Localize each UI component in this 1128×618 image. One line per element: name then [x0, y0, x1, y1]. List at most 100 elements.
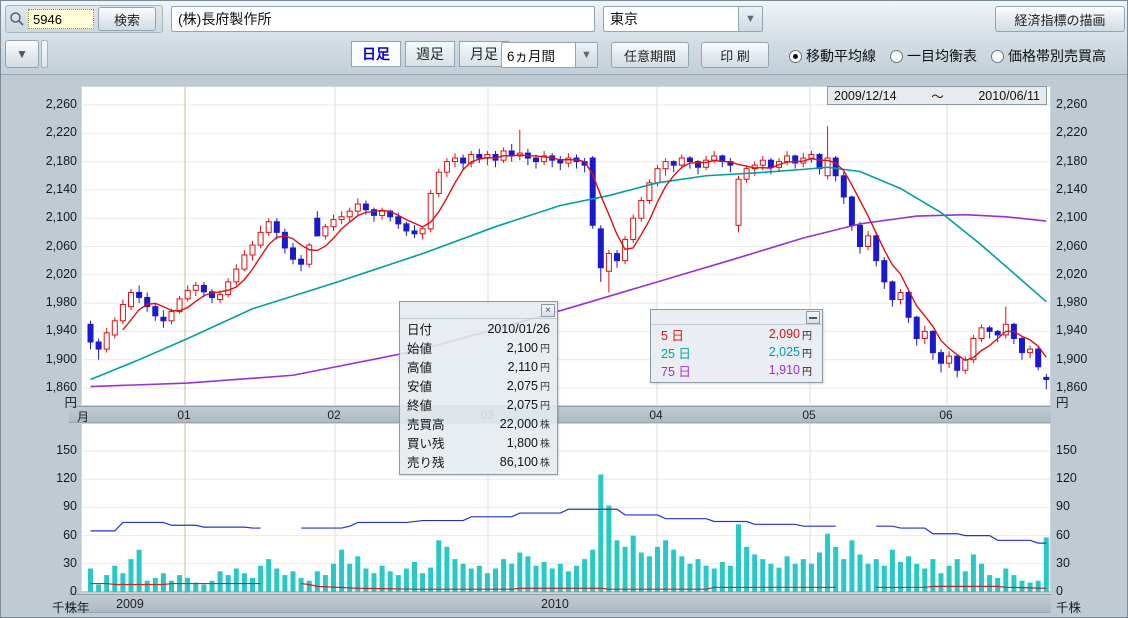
chevron-down-icon[interactable]: ▼	[738, 7, 762, 31]
toolbar: 検索 (株)長府製作所 東京 ▼ 経済指標の描画 ▼ 日足週足月足 6ヵ月間 ▼…	[1, 1, 1128, 75]
month-label: 04	[644, 408, 668, 422]
radio-dot-icon	[890, 50, 903, 63]
radio-volume-by-price[interactable]: 価格帯別売買高	[991, 46, 1106, 66]
tooltip-row: 高値2,110円	[400, 357, 557, 376]
tooltip-row-label: 買い残	[407, 433, 445, 452]
price-axis-unit: 円	[7, 396, 77, 410]
price-axis-label: 1,860	[7, 380, 77, 394]
date-range-box: 2009/12/14 ～ 2010/06/11	[827, 86, 1047, 105]
tooltip-row-value: 2,075	[507, 379, 538, 393]
price-gridlines	[82, 87, 1050, 405]
tooltip-row: 終値2,075円	[400, 395, 557, 414]
volume-axis-label: 150	[7, 443, 77, 457]
tab-weekly[interactable]: 週足	[405, 41, 455, 67]
economic-indicator-button[interactable]: 経済指標の描画	[995, 6, 1125, 32]
panel-handle[interactable]	[41, 40, 48, 68]
legend-row-value: 2,090	[769, 327, 800, 341]
quote-tooltip: × 日付2010/01/26始値2,100円高値2,110円安値2,075円終値…	[399, 301, 558, 475]
timeframe-tabs: 日足週足月足	[351, 41, 509, 67]
month-label: 02	[322, 408, 346, 422]
stock-code-search-group: 検索	[5, 5, 163, 33]
price-axis-label: 2,100	[1056, 210, 1126, 224]
price-axis-label: 2,260	[7, 97, 77, 111]
year-label: 2010	[541, 597, 569, 611]
tooltip-row-value: 22,000	[500, 417, 538, 431]
volume-axis-label: 120	[1056, 471, 1126, 485]
date-range-start: 2009/12/14	[834, 89, 897, 103]
margin-sell-balance-line	[91, 522, 261, 530]
search-button[interactable]: 検索	[98, 7, 156, 31]
volume-axis-label: 0	[7, 584, 77, 598]
stock-code-input[interactable]	[28, 9, 94, 29]
tooltip-titlebar: ×	[400, 302, 557, 319]
tooltip-row-label: 売買高	[407, 414, 445, 433]
radio-label: 移動平均線	[806, 46, 876, 66]
month-label: 05	[797, 408, 821, 422]
year-axis-band: 年 2009 2010	[69, 594, 1051, 613]
tooltip-row: 売買高22,000株	[400, 414, 557, 433]
price-axis-label: 2,260	[1056, 97, 1126, 111]
expand-panel-button[interactable]: ▼	[5, 40, 39, 68]
print-button[interactable]: 印 刷	[701, 42, 769, 68]
year-row-label: 年	[77, 597, 90, 616]
custom-range-button[interactable]: 任意期間	[611, 42, 689, 68]
price-axis-label: 2,140	[1056, 182, 1126, 196]
period-combobox[interactable]: 6ヵ月間 ▼	[501, 42, 598, 68]
volume-gridlines	[82, 424, 1050, 593]
volume-axis-label: 60	[1056, 528, 1126, 542]
date-range-separator: ～	[931, 86, 944, 105]
legend-row: 75 日1,910円	[651, 361, 822, 379]
tooltip-row-unit: 円	[540, 397, 550, 412]
stock-chart-app: 検索 (株)長府製作所 東京 ▼ 経済指標の描画 ▼ 日足週足月足 6ヵ月間 ▼…	[0, 0, 1128, 618]
price-axis-label: 2,060	[7, 239, 77, 253]
tooltip-row-value: 2,075	[507, 398, 538, 412]
company-name-field[interactable]: (株)長府製作所	[171, 6, 595, 32]
close-icon[interactable]: ×	[541, 304, 555, 317]
tooltip-row-value: 2,100	[507, 341, 538, 355]
price-axis-label: 1,940	[7, 323, 77, 337]
market-value: 東京	[604, 9, 738, 29]
price-axis-label: 1,980	[1056, 295, 1126, 309]
volume-axis-label: 60	[7, 528, 77, 542]
tooltip-row-value: 1,800	[507, 436, 538, 450]
price-axis-label: 1,860	[1056, 380, 1126, 394]
price-chart-plot[interactable]	[81, 86, 1051, 406]
legend-titlebar	[651, 310, 822, 325]
legend-row: 5 日2,090円	[651, 325, 822, 343]
ma-legend: 5 日2,090円25 日 2,025円75 日1,910円	[650, 309, 823, 383]
price-axis-unit: 円	[1056, 396, 1126, 410]
tooltip-row-label: 安値	[407, 376, 432, 395]
radio-label: 一目均衡表	[907, 46, 977, 66]
minimize-icon[interactable]	[806, 311, 820, 324]
volume-chart-plot[interactable]	[81, 423, 1051, 594]
volume-chart[interactable]	[82, 424, 1050, 593]
tooltip-row-label: 高値	[407, 357, 432, 376]
price-axis-label: 2,180	[7, 154, 77, 168]
tooltip-row-label: 日付	[407, 319, 432, 338]
tooltip-row: 日付2010/01/26	[400, 319, 557, 338]
indicator-radio-group: 移動平均線 一目均衡表価格帯別売買高	[789, 46, 1120, 68]
month-label: 06	[934, 408, 958, 422]
tooltip-row-unit: 円	[540, 340, 550, 355]
radio-dot-icon	[991, 50, 1004, 63]
legend-rows: 5 日2,090円25 日 2,025円75 日1,910円	[651, 325, 822, 379]
legend-row-label: 25 日	[661, 343, 691, 362]
price-axis-label: 2,020	[1056, 267, 1126, 281]
price-axis-label: 2,100	[7, 210, 77, 224]
tab-daily[interactable]: 日足	[351, 41, 401, 67]
chevron-down-icon[interactable]: ▼	[575, 43, 597, 67]
volume-axis-label: 90	[7, 499, 77, 513]
market-combobox[interactable]: 東京 ▼	[603, 6, 763, 32]
volume-axis-label: 30	[1056, 556, 1126, 570]
margin-sell-balance-line	[301, 509, 836, 528]
candlestick-chart[interactable]	[82, 87, 1050, 405]
year-label: 2009	[116, 597, 144, 611]
ma75-line	[91, 215, 1047, 387]
month-label: 01	[172, 408, 196, 422]
date-range-end: 2010/06/11	[978, 89, 1040, 103]
radio-ichimoku[interactable]: 一目均衡表	[890, 46, 977, 66]
tooltip-row-label: 始値	[407, 338, 432, 357]
radio-moving-average[interactable]: 移動平均線	[789, 46, 876, 66]
legend-row-value: 2,025	[769, 345, 800, 359]
legend-row-unit: 円	[802, 345, 812, 360]
